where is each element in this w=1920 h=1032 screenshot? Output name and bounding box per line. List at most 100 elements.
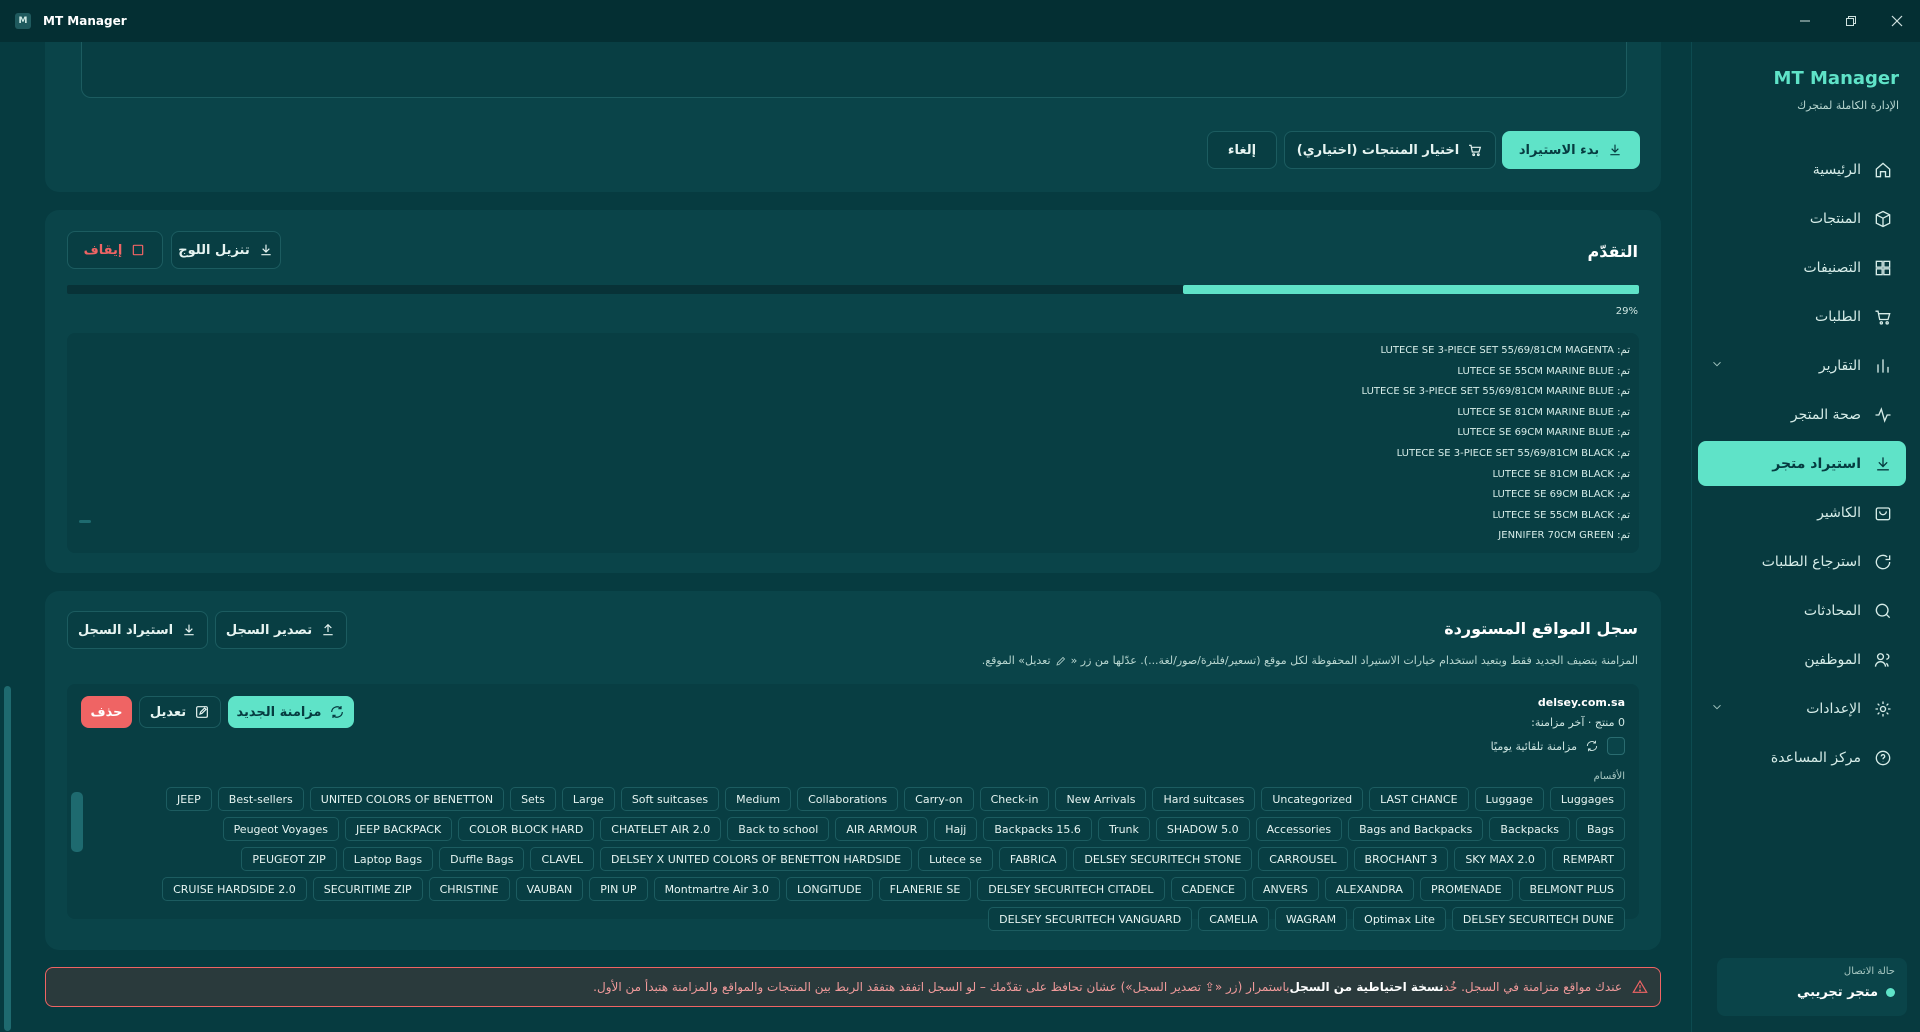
- sidebar-item-label: التقارير: [1818, 357, 1861, 374]
- chevron-down-icon[interactable]: [1710, 357, 1724, 371]
- options-field[interactable]: [81, 42, 1627, 98]
- sidebar-item-label: الإعدادات: [1806, 700, 1861, 717]
- category-tag: Luggages: [1549, 787, 1625, 811]
- category-tag: SECURITIME ZIP: [312, 877, 423, 901]
- category-tag: Duffle Bags: [439, 847, 525, 871]
- categories-scrollbar[interactable]: [71, 792, 83, 852]
- category-tag: Trunk: [1097, 817, 1150, 841]
- category-tag: DELSEY SECURITECH VANGUARD: [988, 907, 1193, 931]
- grid-icon: [1873, 258, 1893, 278]
- minimize-button[interactable]: [1782, 0, 1828, 42]
- sidebar-item-label: استرجاع الطلبات: [1761, 553, 1861, 570]
- sidebar-item-label: المنتجات: [1809, 210, 1861, 227]
- sidebar-item-bag[interactable]: الكاشير: [1698, 490, 1906, 535]
- category-tag: Soft suitcases: [620, 787, 720, 811]
- category-tag: Back to school: [727, 817, 830, 841]
- progress-bar-fill: [1183, 285, 1639, 294]
- log-line: تم: LUTECE SE 81CM BLACK: [1492, 468, 1630, 480]
- sidebar-item-bar-chart[interactable]: التقارير: [1698, 343, 1906, 388]
- imported-sites-card: سجل المواقع المستوردة تصدير السجل استيرا…: [45, 591, 1661, 950]
- category-tag: CRUISE HARDSIDE 2.0: [162, 877, 307, 901]
- edit-site-button[interactable]: تعديل: [139, 696, 221, 728]
- sidebar-item-chat[interactable]: المحادثات: [1698, 588, 1906, 633]
- sites-title: سجل المواقع المستوردة: [1444, 619, 1638, 638]
- backup-warning-alert: عندك مواقع متزامنة في السجل. خُد نسخة اح…: [45, 967, 1661, 1007]
- connection-label: حالة الاتصال: [1843, 966, 1895, 977]
- close-button[interactable]: [1874, 0, 1920, 42]
- sidebar-item-gear[interactable]: الإعدادات: [1698, 686, 1906, 731]
- category-tag: JEEP BACKPACK: [344, 817, 453, 841]
- edit-icon: [196, 706, 209, 718]
- category-tag: Large: [561, 787, 615, 811]
- stop-button[interactable]: إيقاف: [67, 231, 163, 269]
- cart-icon: [1873, 307, 1893, 327]
- category-tag: JEEP: [166, 787, 212, 811]
- category-tag: Carry-on: [904, 787, 974, 811]
- sidebar-nav: الرئيسية المنتجات التصنيفات الطلبات التقارير…: [1698, 147, 1906, 784]
- categories-list: Luggages Luggage LAST CHANCE Uncategorized H…: [145, 787, 1625, 931]
- sync-new-button[interactable]: مزامنة الجديد: [228, 696, 354, 728]
- progress-title: التقدّم: [1587, 242, 1638, 261]
- sidebar-item-refresh[interactable]: استرجاع الطلبات: [1698, 539, 1906, 584]
- warning-icon: [1632, 979, 1648, 993]
- sync-icon: [1586, 740, 1598, 752]
- category-tag: SKY MAX 2.0: [1454, 847, 1546, 871]
- minimize-icon: [1800, 20, 1810, 22]
- sidebar-item-help[interactable]: مركز المساعدة: [1698, 735, 1906, 780]
- users-icon: [1873, 650, 1893, 670]
- start-import-button[interactable]: بدء الاستيراد: [1502, 131, 1640, 169]
- sidebar-item-box[interactable]: المنتجات: [1698, 196, 1906, 241]
- import-log[interactable]: تم: LUTECE SE 3-PIECE SET 55/69/81CM MAG…: [67, 333, 1639, 553]
- download-icon: [261, 244, 271, 256]
- sidebar-item-users[interactable]: الموظفين: [1698, 637, 1906, 682]
- auto-sync-checkbox[interactable]: [1607, 737, 1625, 755]
- bar-chart-icon: [1873, 356, 1893, 376]
- download-icon: [1610, 144, 1620, 156]
- log-line: تم: JENNIFER 70CM GREEN: [1498, 530, 1630, 542]
- categories-label: الأقسام: [1593, 771, 1625, 782]
- category-tag: Collaborations: [797, 787, 899, 811]
- main-scrollbar[interactable]: [4, 686, 11, 1031]
- chevron-down-icon[interactable]: [1710, 700, 1724, 714]
- sidebar-item-grid[interactable]: التصنيفات: [1698, 245, 1906, 290]
- category-tag: New Arrivals: [1055, 787, 1147, 811]
- category-tag: BELMONT PLUS: [1518, 877, 1625, 901]
- chat-icon: [1873, 601, 1893, 621]
- export-log-button[interactable]: تصدير السجل: [215, 611, 347, 649]
- auto-sync-toggle[interactable]: مزامنة تلقائية يوميًا: [1491, 737, 1625, 755]
- category-tag: Optimax Lite: [1353, 907, 1446, 931]
- download-icon: [184, 624, 194, 636]
- sidebar-item-label: مركز المساعدة: [1770, 749, 1861, 766]
- cancel-button[interactable]: إلغاء: [1207, 131, 1277, 169]
- sidebar-item-home[interactable]: الرئيسية: [1698, 147, 1906, 192]
- log-line: تم: LUTECE SE 81CM MARINE BLUE: [1457, 406, 1630, 418]
- window-controls: [1782, 0, 1920, 42]
- category-tag: PIN UP: [589, 877, 648, 901]
- restore-button[interactable]: [1828, 0, 1874, 42]
- refresh-icon: [1873, 552, 1893, 572]
- category-tag: Bags and Backpacks: [1348, 817, 1484, 841]
- category-tag: BROCHANT 3: [1353, 847, 1449, 871]
- log-scrollbar[interactable]: [79, 520, 91, 523]
- download-log-button[interactable]: تنزيل اللوج: [171, 231, 281, 269]
- log-line: تم: LUTECE SE 69CM BLACK: [1492, 489, 1630, 501]
- sidebar-item-label: التصنيفات: [1803, 259, 1862, 276]
- sidebar-item-pulse[interactable]: صحة المتجر: [1698, 392, 1906, 437]
- connection-status: حالة الاتصال متجر تجريبي: [1717, 958, 1907, 1016]
- category-tag: FABRICA: [998, 847, 1068, 871]
- progress-bar: [67, 285, 1639, 294]
- category-tag: UNITED COLORS OF BENETTON: [309, 787, 505, 811]
- category-tag: SHADOW 5.0: [1155, 817, 1250, 841]
- category-tag: Peugeot Voyages: [222, 817, 339, 841]
- category-tag: DELSEY SECURITECH CITADEL: [977, 877, 1165, 901]
- category-tag: CAMELIA: [1198, 907, 1269, 931]
- sidebar-item-download[interactable]: استيراد متجر: [1698, 441, 1906, 486]
- select-products-button[interactable]: اختيار المنتجات (اختياري): [1284, 131, 1496, 169]
- category-tag: Backpacks: [1489, 817, 1570, 841]
- import-log-button[interactable]: استيراد السجل: [67, 611, 208, 649]
- sidebar-item-cart[interactable]: الطلبات: [1698, 294, 1906, 339]
- site-name: delsey.com.sa: [1537, 696, 1625, 709]
- sync-icon: [331, 706, 344, 718]
- delete-site-button[interactable]: حذف: [81, 696, 132, 728]
- category-tag: Backpacks 15.6: [983, 817, 1092, 841]
